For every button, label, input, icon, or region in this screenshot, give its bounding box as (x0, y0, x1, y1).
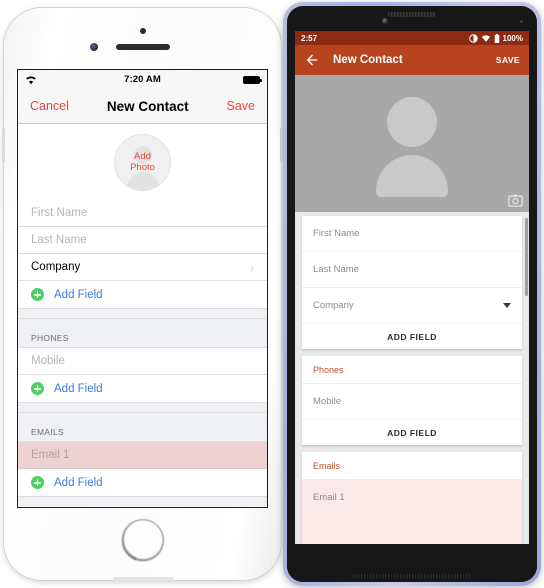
iphone-volume-buttons[interactable] (2, 128, 5, 162)
android-top-hardware (287, 6, 537, 31)
android-section-header-emails: Emails (302, 452, 522, 480)
ios-section-spacer-1 (18, 309, 267, 318)
android-field-company[interactable]: Company (302, 288, 522, 324)
cancel-button[interactable]: Cancel (30, 99, 69, 113)
plus-circle-icon (31, 476, 44, 489)
ios-field-email-1[interactable]: Email 1 (18, 442, 267, 469)
android-section-header-phones: Phones (302, 356, 522, 384)
iphone-screen: 7:20 AM Cancel New Contact Save Add Phot… (18, 70, 267, 507)
ios-navigation-bar: Cancel New Contact Save (18, 89, 267, 124)
chevron-right-icon: › (250, 259, 254, 275)
android-field-first-name[interactable]: First Name (302, 216, 522, 252)
android-photo-header[interactable] (295, 75, 529, 212)
ios-field-mobile-label: Mobile (31, 355, 65, 367)
android-field-last-name-label: Last Name (313, 264, 359, 275)
arrow-back-icon[interactable] (304, 52, 320, 68)
battery-full-icon (243, 75, 262, 84)
sensor-icon (520, 20, 523, 23)
plus-circle-icon (31, 288, 44, 301)
bottom-speaker (352, 574, 472, 578)
add-photo-label-line2: Photo (130, 162, 155, 173)
ios-section-spacer-2 (18, 403, 267, 412)
android-add-field-button-2[interactable]: ADD FIELD (302, 420, 522, 445)
iphone-bottom-notch (112, 577, 173, 581)
android-field-email-1-filler (302, 516, 522, 545)
add-photo-label: Add Photo (130, 151, 155, 174)
ios-add-field-button-3[interactable]: Add Field (18, 469, 267, 497)
ios-add-field-label-3: Add Field (54, 476, 103, 489)
front-camera-icon (139, 28, 146, 34)
page-title: New Contact (106, 98, 189, 114)
add-photo-label-line1: Add (134, 150, 151, 162)
ios-photo-zone: Add Photo (18, 124, 267, 200)
ios-section-header-phones: PHONES (18, 318, 267, 348)
android-battery-label: 100% (502, 33, 523, 43)
ios-form-content: Add Photo First Name Last Name Company ›… (18, 124, 267, 507)
android-field-email-1[interactable]: Email 1 (302, 480, 522, 516)
android-status-time: 2:57 (301, 33, 318, 43)
ios-section-header-emails: EMAILS (18, 412, 267, 442)
camera-icon[interactable] (508, 194, 523, 207)
android-field-email-1-label: Email 1 (313, 492, 345, 503)
ios-add-field-label-1: Add Field (54, 288, 103, 301)
battery-icon (494, 33, 499, 43)
ios-status-bar: 7:20 AM (18, 70, 267, 89)
ios-status-left (25, 75, 124, 85)
android-bottom-hardware (287, 544, 537, 582)
plus-circle-icon (31, 382, 44, 395)
ios-field-company-label: Company (31, 261, 81, 273)
ios-field-email-1-label: Email 1 (31, 449, 70, 461)
ios-field-last-name-label: Last Name (31, 234, 87, 246)
earpiece-speaker (115, 44, 170, 50)
android-app-bar: New Contact SAVE (295, 45, 529, 75)
ios-field-first-name-label: First Name (31, 207, 88, 219)
page-title: New Contact (333, 54, 403, 66)
android-status-bar: 2:57 100% (295, 31, 529, 45)
ios-status-right (161, 75, 262, 84)
wifi-icon (481, 34, 490, 42)
android-card-main: First Name Last Name Company ADD FIELD (302, 216, 522, 349)
earpiece-speaker (388, 12, 436, 17)
android-field-company-label: Company (313, 300, 354, 311)
person-placeholder-icon (387, 97, 437, 147)
ios-field-first-name[interactable]: First Name (18, 200, 267, 227)
ios-field-mobile[interactable]: Mobile (18, 348, 267, 375)
android-status-icons: 100% (468, 33, 523, 43)
person-placeholder-body-icon (126, 171, 159, 190)
chevron-down-icon[interactable] (503, 303, 511, 308)
front-camera-icon (382, 18, 388, 24)
ios-add-field-button-1[interactable]: Add Field (18, 281, 267, 309)
android-field-mobile-label: Mobile (313, 396, 341, 407)
ios-field-last-name[interactable]: Last Name (18, 227, 267, 254)
ios-section-spacer-3 (18, 497, 267, 506)
android-field-mobile[interactable]: Mobile (302, 384, 522, 420)
android-bezel: 2:57 100% New Contact SAVE First Name La… (287, 6, 537, 582)
add-photo-button[interactable]: Add Photo (114, 133, 171, 191)
android-add-field-button-1[interactable]: ADD FIELD (302, 324, 522, 349)
proximity-sensor-icon (89, 43, 98, 51)
android-scrollbar-thumb[interactable] (525, 218, 528, 296)
ios-add-field-label-2: Add Field (54, 382, 103, 395)
person-placeholder-body-icon (376, 155, 448, 197)
android-field-last-name[interactable]: Last Name (302, 252, 522, 288)
android-form-scroll[interactable]: First Name Last Name Company ADD FIELD P… (295, 212, 529, 545)
android-card-emails: Emails Email 1 (302, 452, 522, 545)
iphone-device: 7:20 AM Cancel New Contact Save Add Phot… (2, 8, 283, 581)
save-button[interactable]: Save (227, 99, 256, 113)
android-card-phones: Phones Mobile ADD FIELD (302, 356, 522, 445)
android-screen: 2:57 100% New Contact SAVE First Name La… (295, 31, 529, 545)
ios-add-field-button-2[interactable]: Add Field (18, 375, 267, 403)
android-field-first-name-label: First Name (313, 228, 360, 239)
save-button[interactable]: SAVE (496, 55, 520, 65)
ios-status-time: 7:20 AM (124, 74, 161, 85)
iphone-home-button[interactable] (121, 519, 164, 561)
do-not-disturb-icon (468, 33, 478, 43)
wifi-icon (26, 75, 36, 84)
android-device: 2:57 100% New Contact SAVE First Name La… (283, 2, 541, 586)
ios-field-company[interactable]: Company › (18, 254, 267, 281)
